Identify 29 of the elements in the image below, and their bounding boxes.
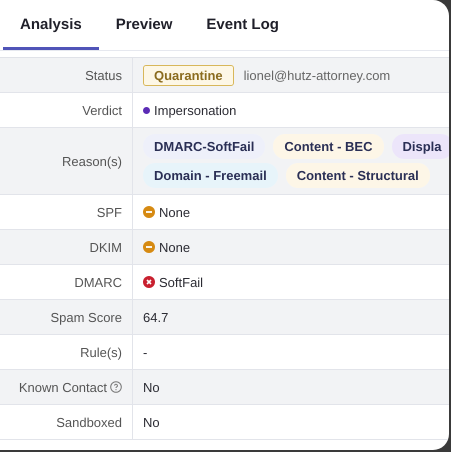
field-value: No: [143, 414, 160, 430]
reason-tag: Domain - Freemail: [143, 163, 278, 188]
field-label: Spam Score: [50, 310, 122, 324]
field-label: Verdict: [82, 102, 122, 118]
tab[interactable]: Event Log: [189, 16, 296, 50]
field-label: DMARC: [74, 274, 122, 290]
field-label: Rule(s): [80, 344, 122, 360]
field-label: Reason(s): [62, 154, 122, 168]
tab[interactable]: Analysis: [3, 16, 99, 50]
field-value: -: [143, 344, 148, 360]
field-label: Known Contact: [18, 380, 107, 394]
reason-tag: DMARC-SoftFail: [143, 134, 266, 159]
tab[interactable]: Preview: [98, 16, 190, 50]
field-label: DKIM: [90, 240, 122, 254]
field-label: Status: [85, 68, 122, 82]
field-value: 64.7: [143, 310, 168, 324]
verdict-text: Impersonation: [154, 102, 236, 118]
result-text: None: [159, 204, 190, 220]
reason-tag: Displa: [392, 134, 449, 159]
result-text: SoftFail: [159, 274, 204, 290]
reason-tag: Content - BEC: [273, 134, 384, 159]
status-badge: Quarantine: [143, 64, 234, 86]
field-label: SPF: [96, 204, 122, 220]
reason-tag: Content - Structural: [286, 163, 430, 188]
help-icon[interactable]: [110, 381, 122, 393]
field-value: No: [143, 380, 160, 394]
result-text: None: [159, 240, 190, 254]
field-label: Sandboxed: [56, 414, 122, 430]
email-address: lionel@hutz-attorney.com: [244, 68, 390, 82]
